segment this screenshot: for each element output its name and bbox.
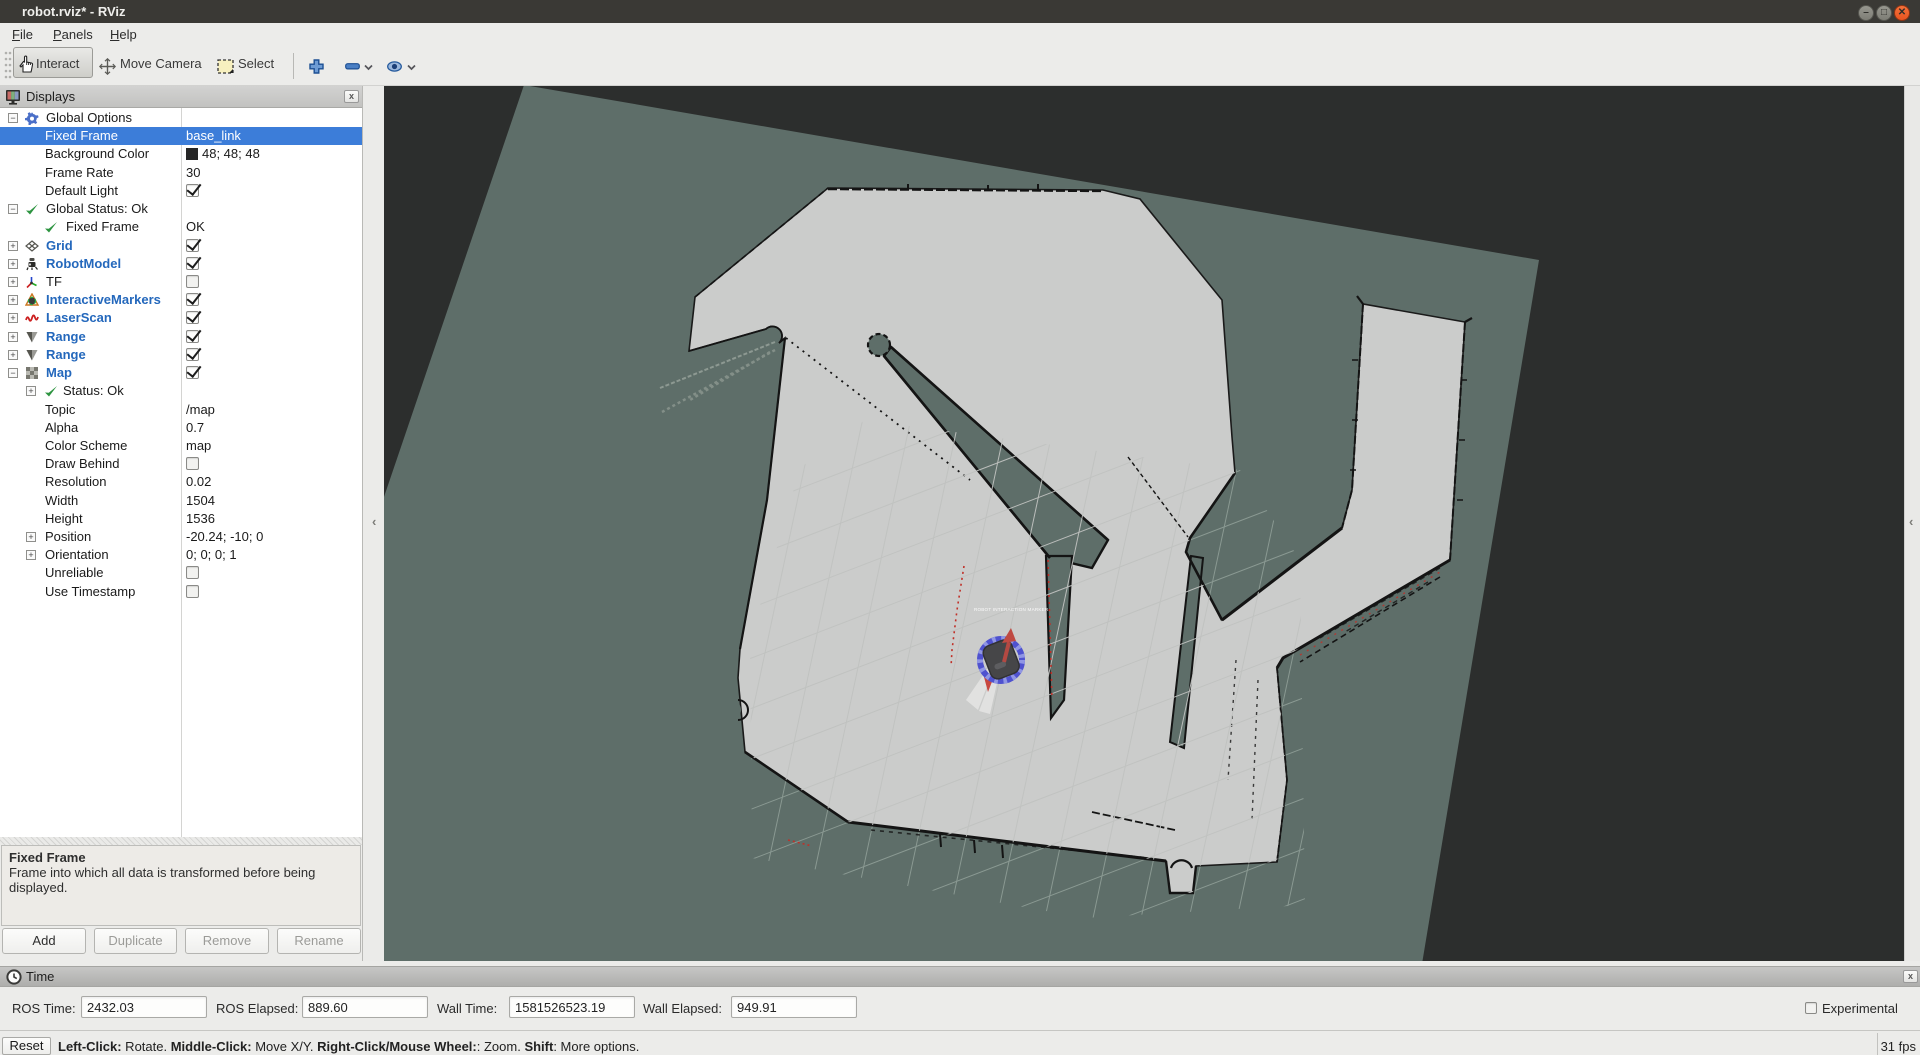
svg-text:ROBOT INTERACTION MARKER: ROBOT INTERACTION MARKER	[974, 607, 1049, 612]
